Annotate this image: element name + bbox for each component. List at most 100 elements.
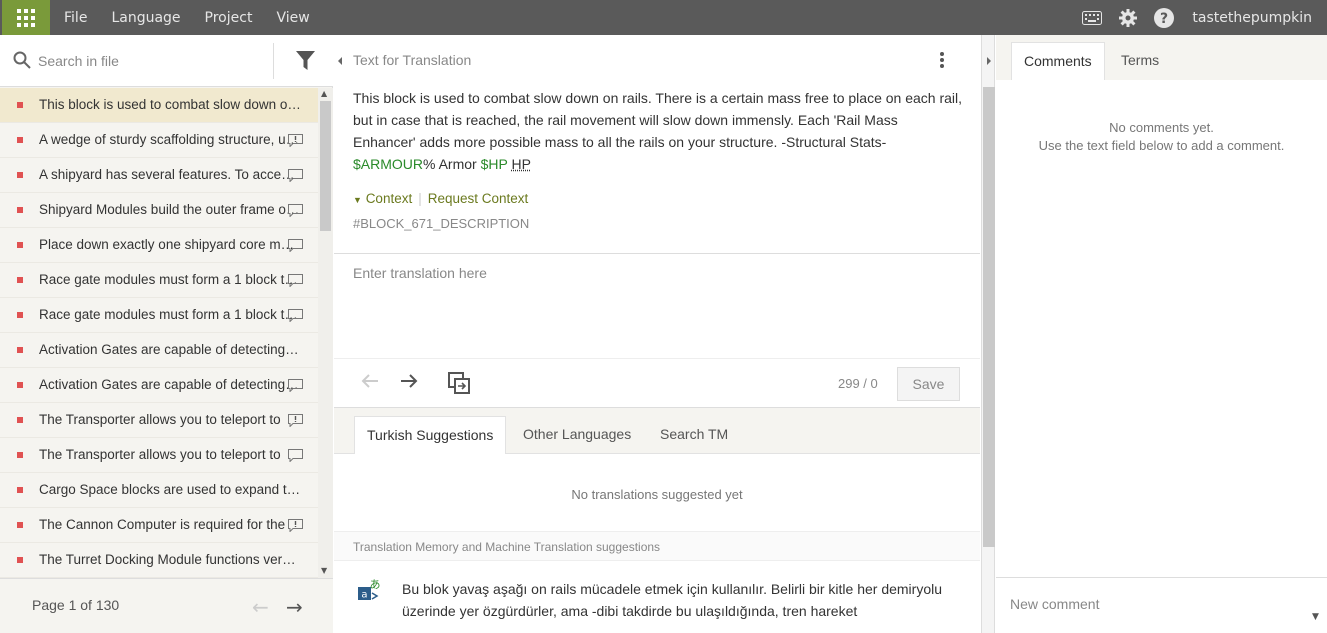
caret-right-icon[interactable] <box>982 35 994 87</box>
collapse-right-panel[interactable] <box>981 35 995 633</box>
comment-icon[interactable] <box>288 169 303 182</box>
variable-hp: $HP <box>480 156 508 172</box>
grid-icon <box>17 8 35 27</box>
menu-view[interactable]: View <box>276 10 309 26</box>
next-page-arrow-icon[interactable]: → <box>286 595 303 619</box>
untranslated-status-icon <box>17 312 23 318</box>
context-toggle[interactable]: ▼ Context <box>353 191 412 206</box>
username[interactable]: tastethepumpkin <box>1192 10 1312 26</box>
search-divider <box>273 43 274 79</box>
svg-text:?: ? <box>1160 11 1168 27</box>
menu-project[interactable]: Project <box>205 10 253 26</box>
comment-alert-icon[interactable] <box>288 519 303 532</box>
prev-string-arrow-icon[interactable] <box>361 373 379 393</box>
more-options-icon[interactable] <box>932 50 952 70</box>
caret-left-icon[interactable] <box>334 35 346 87</box>
svg-text:あ: あ <box>370 578 381 591</box>
keyboard-icon[interactable] <box>1078 0 1106 35</box>
menu-language[interactable]: Language <box>111 10 180 26</box>
string-key: #BLOCK_671_DESCRIPTION <box>353 216 530 231</box>
top-bar: File Language Project View ? tastethepum… <box>0 0 1327 35</box>
variable-armour: $ARMOUR <box>353 156 424 172</box>
next-string-arrow-icon[interactable] <box>400 373 418 393</box>
prev-page-arrow-icon[interactable]: ← <box>252 595 269 619</box>
source-text: This block is used to combat slow down o… <box>353 90 963 172</box>
list-item[interactable]: This block is used to combat slow down o… <box>0 88 318 123</box>
list-item[interactable]: Race gate modules must form a 1 block th… <box>0 298 318 333</box>
list-item[interactable]: Cargo Space blocks are used to expand th… <box>0 473 318 508</box>
list-item-text: A shipyard has several features. To acce… <box>39 167 301 182</box>
request-context-link[interactable]: Request Context <box>428 191 529 206</box>
comment-icon[interactable] <box>288 274 303 287</box>
apps-grid-button[interactable] <box>2 0 50 35</box>
untranslated-status-icon <box>17 382 23 388</box>
untranslated-status-icon <box>17 452 23 458</box>
collapse-left-panel[interactable] <box>334 35 346 87</box>
comments-panel: Comments Terms No comments yet. Use the … <box>996 35 1327 633</box>
source-heading: Text for Translation <box>353 52 472 68</box>
search-icon <box>13 51 31 69</box>
list-item-text: The Transporter allows you to teleport t… <box>39 447 281 462</box>
comment-icon[interactable] <box>288 309 303 322</box>
comment-icon[interactable] <box>288 239 303 252</box>
list-item-text: The Turret Docking Module functions very… <box>39 552 301 567</box>
list-item[interactable]: The Turret Docking Module functions very… <box>0 543 318 578</box>
list-item[interactable]: The Cannon Computer is required for the <box>0 508 318 543</box>
untranslated-status-icon <box>17 102 23 108</box>
untranslated-status-icon <box>17 172 23 178</box>
tab-comments[interactable]: Comments <box>1011 42 1105 80</box>
search-bar <box>0 35 333 87</box>
menu-file[interactable]: File <box>64 10 87 26</box>
list-item[interactable]: Place down exactly one shipyard core mod… <box>0 228 318 263</box>
caret-down-icon: ▼ <box>353 195 362 205</box>
save-button[interactable]: Save <box>897 367 960 401</box>
list-item[interactable]: Activation Gates are capable of detectin… <box>0 368 318 403</box>
scroll-down-icon[interactable]: ▼ <box>321 566 327 575</box>
filter-icon[interactable] <box>296 51 315 70</box>
list-item-text: Activation Gates are capable of detectin… <box>39 342 301 357</box>
list-item[interactable]: The Transporter allows you to teleport t… <box>0 438 318 473</box>
strings-scrollbar[interactable]: ▲ ▼ <box>318 88 333 578</box>
context-links: ▼ Context | Request Context <box>353 191 529 206</box>
scrollbar-thumb[interactable] <box>320 101 331 231</box>
list-item[interactable]: A wedge of sturdy scaffolding structure,… <box>0 123 318 158</box>
untranslated-status-icon <box>17 487 23 493</box>
tab-other-languages[interactable]: Other Languages <box>511 416 643 454</box>
comment-icon[interactable] <box>288 204 303 217</box>
editor-scrollbar-thumb[interactable] <box>983 87 995 547</box>
machine-translation-text[interactable]: Bu blok yavaş aşağı on rails mücadele et… <box>402 578 962 622</box>
copy-source-icon[interactable] <box>448 372 470 398</box>
comment-icon[interactable] <box>288 379 303 392</box>
strings-list: This block is used to combat slow down o… <box>0 88 318 578</box>
tab-search-tm[interactable]: Search TM <box>648 416 740 454</box>
untranslated-status-icon <box>17 347 23 353</box>
scroll-up-icon[interactable]: ▲ <box>321 89 327 98</box>
help-icon[interactable]: ? <box>1150 0 1178 35</box>
editor-panel: Text for Translation This block is used … <box>334 35 980 633</box>
top-right-controls: ? tastethepumpkin <box>1070 0 1312 35</box>
suggestion-tabs: Turkish Suggestions Other Languages Sear… <box>334 408 980 454</box>
gear-icon[interactable] <box>1114 0 1142 35</box>
scroll-down-icon[interactable]: ▼ <box>1312 612 1319 622</box>
list-item-text: Place down exactly one shipyard core mod… <box>39 237 301 252</box>
new-comment-input[interactable] <box>1010 592 1310 616</box>
list-item[interactable]: The Transporter allows you to teleport t… <box>0 403 318 438</box>
comment-alert-icon[interactable] <box>288 414 303 427</box>
comment-alert-icon[interactable] <box>288 134 303 147</box>
list-item[interactable]: A shipyard has several features. To acce… <box>0 158 318 193</box>
machine-translation-icon: a あ <box>358 578 381 601</box>
comment-icon[interactable] <box>288 449 303 462</box>
list-item[interactable]: Shipyard Modules build the outer frame o… <box>0 193 318 228</box>
untranslated-status-icon <box>17 207 23 213</box>
tab-turkish-suggestions[interactable]: Turkish Suggestions <box>354 416 507 454</box>
untranslated-status-icon <box>17 277 23 283</box>
search-input[interactable] <box>38 48 268 74</box>
term-hp[interactable]: HP <box>511 156 530 172</box>
strings-panel: This block is used to combat slow down o… <box>0 35 333 633</box>
list-item[interactable]: Race gate modules must form a 1 block th… <box>0 263 318 298</box>
untranslated-status-icon <box>17 137 23 143</box>
translation-input[interactable] <box>353 265 963 355</box>
divider <box>334 253 980 254</box>
list-item[interactable]: Activation Gates are capable of detectin… <box>0 333 318 368</box>
tab-terms[interactable]: Terms <box>1109 42 1171 80</box>
